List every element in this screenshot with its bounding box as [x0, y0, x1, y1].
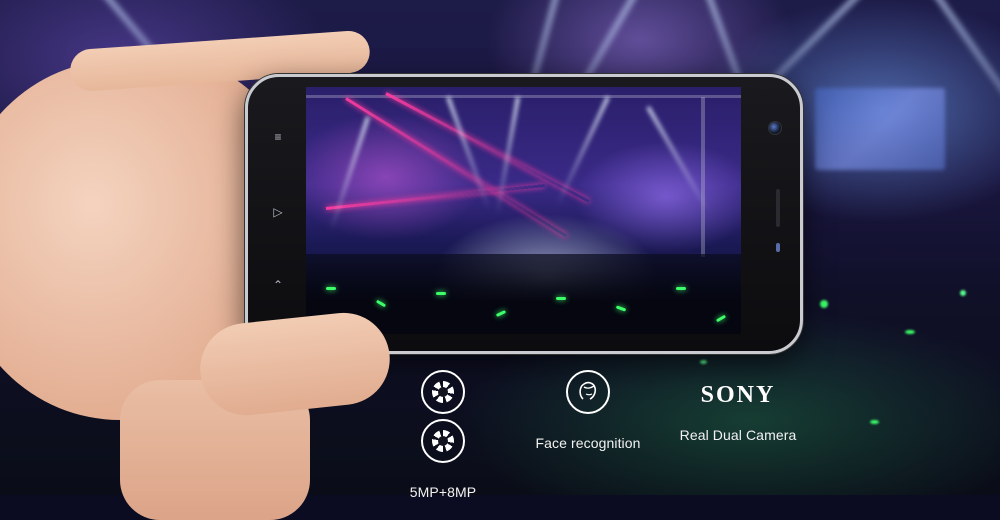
feature-face-recognition: Face recognition: [530, 370, 646, 451]
glowstick: [905, 330, 915, 334]
face-recognition-icon: [566, 370, 610, 414]
glowstick: [820, 300, 828, 308]
glowstick: [700, 360, 707, 364]
feature-sony-camera: SONY Real Dual Camera: [676, 370, 800, 443]
camera-aperture-icon: [421, 419, 465, 463]
feature-caption: Real Dual Camera: [679, 427, 797, 443]
feature-caption: Face recognition: [535, 435, 641, 451]
glowstick: [870, 420, 879, 424]
smartphone: ≡ ▷ ⌃: [245, 74, 803, 354]
glowstick: [326, 287, 336, 290]
feature-caption: 5MP+8MP: [409, 484, 477, 500]
menu-icon[interactable]: ≡: [270, 129, 286, 145]
glowstick: [436, 292, 446, 295]
phone-screen-concert-photo: [306, 87, 741, 334]
lighting-truss: [306, 95, 741, 98]
glowstick: [556, 297, 566, 300]
home-icon[interactable]: ▷: [270, 204, 286, 220]
earpiece-speaker: [776, 189, 780, 227]
sony-logo: SONY: [700, 382, 776, 408]
back-icon[interactable]: ⌃: [270, 277, 286, 293]
camera-aperture-icon: [421, 370, 465, 414]
front-camera-icon: [768, 121, 782, 135]
glowstick: [960, 290, 966, 296]
feature-dual-camera: 5MP+8MP: [398, 370, 488, 500]
lighting-truss: [701, 97, 705, 257]
proximity-sensor: [776, 243, 780, 252]
stage-video-screen: [815, 88, 945, 170]
glowstick: [676, 287, 686, 290]
